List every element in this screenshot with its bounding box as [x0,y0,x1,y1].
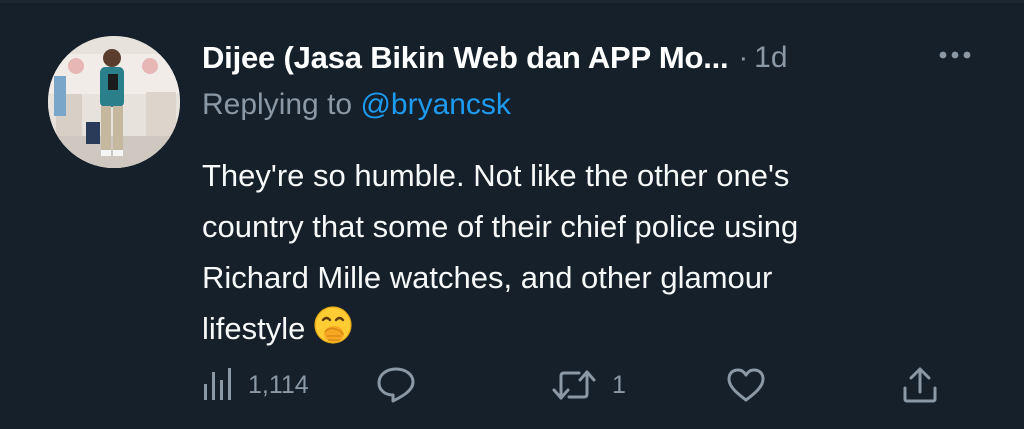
retweet-count: 1 [612,370,626,399]
tweet-card[interactable]: Dijee (Jasa Bikin Web dan APP Mo... · 1d… [0,0,1024,429]
share-button[interactable] [902,362,938,408]
author-name[interactable]: Dijee (Jasa Bikin Web dan APP Mo... [202,40,729,76]
replying-to: Replying to @bryancsk [202,88,511,122]
timestamp[interactable]: 1d [754,41,787,75]
divider [0,0,1024,3]
reply-button[interactable] [376,362,416,408]
avatar-photo [48,36,180,168]
retweet-button[interactable]: 1 [552,362,626,408]
analytics-icon [204,368,231,400]
tweet-text-line: They're so humble. Not like the other on… [202,158,790,193]
heart-icon [727,368,765,402]
reply-icon [377,367,415,403]
tweet-text-line-last: lifestyle [202,303,992,360]
action-bar: 1,114 1 [202,362,962,408]
more-horizontal-icon [939,51,971,59]
face-with-hand-over-mouth-emoji [313,305,353,360]
views-count: 1,114 [248,370,309,399]
tweet-text-line: country that some of their chief police … [202,209,799,244]
like-button[interactable] [726,362,766,408]
retweet-icon [552,370,596,400]
avatar[interactable] [48,36,180,168]
share-icon [903,367,937,403]
header-separator: · [738,41,749,74]
replying-to-label: Replying to [202,88,361,121]
tweet-text-line: Richard Mille watches, and other glamour [202,260,773,295]
tweet-text-line: lifestyle [202,311,306,346]
views-button[interactable]: 1,114 [202,362,309,408]
reply-handle-link[interactable]: @bryancsk [360,88,511,121]
tweet-header: Dijee (Jasa Bikin Web dan APP Mo... · 1d [202,36,788,80]
more-button[interactable] [934,40,976,70]
tweet-text: They're so humble. Not like the other on… [202,150,992,360]
